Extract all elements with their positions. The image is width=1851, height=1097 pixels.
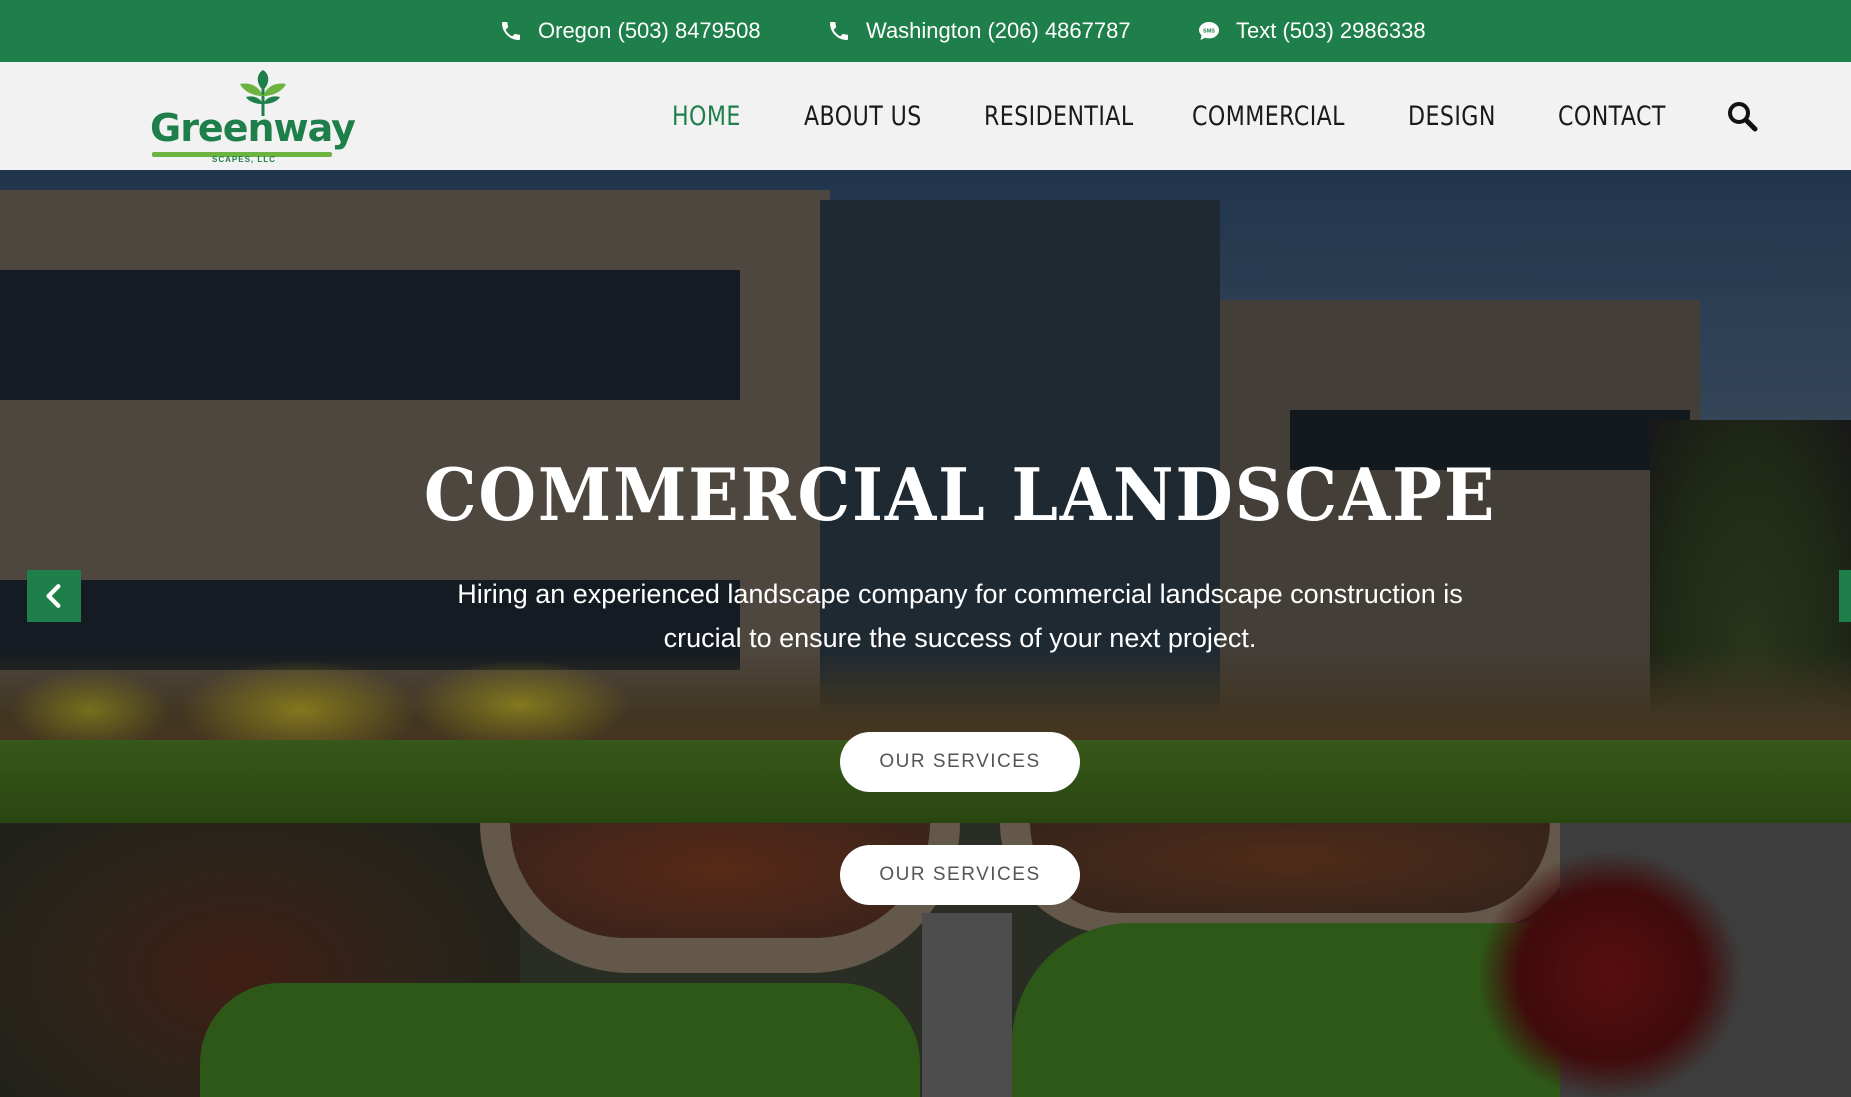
chevron-left-icon [46,584,61,608]
phone-icon [826,18,852,44]
top-contact-bar: Oregon (503) 8479508 Washington (206) 48… [0,0,1851,62]
nav-residential[interactable]: RESIDENTIAL [984,101,1134,132]
phone-icon [498,18,524,44]
nav-design[interactable]: DESIGN [1408,101,1496,132]
search-icon[interactable] [1726,100,1758,132]
design-our-services-button[interactable]: OUR SERVICES [840,845,1080,905]
text-phone-label: Text (503) 2986338 [1236,18,1426,43]
nav-commercial[interactable]: COMMERCIAL [1192,101,1345,132]
sms-icon: SMS [1196,18,1222,44]
washington-phone[interactable]: Washington (206) 4867787 [826,0,1131,62]
design-section: OUR SERVICES [0,823,1851,1097]
greenway-logo[interactable]: Greenway SCAPES, LLC [150,70,356,164]
nav-home[interactable]: HOME [672,101,741,132]
site-header: Greenway SCAPES, LLC HOME ABOUT US RESID… [0,62,1851,170]
our-services-button[interactable]: OUR SERVICES [840,732,1080,792]
oregon-phone[interactable]: Oregon (503) 8479508 [498,0,761,62]
hero-title: COMMERCIAL LANDSCAPE [423,452,1497,537]
text-phone[interactable]: SMS Text (503) 2986338 [1196,0,1426,62]
hero-description: Hiring an experienced landscape company … [457,579,1463,653]
nav-about-us[interactable]: ABOUT US [804,101,922,132]
oregon-phone-label: Oregon (503) 8479508 [538,18,761,43]
svg-text:SMS: SMS [1203,29,1215,35]
slider-next-button[interactable] [1839,570,1851,622]
logo-wordmark: Greenway [150,106,356,150]
logo-subtitle: SCAPES, LLC [212,155,276,164]
washington-phone-label: Washington (206) 4867787 [866,18,1131,43]
hero-slider: COMMERCIAL LANDSCAPE Hiring an experienc… [0,170,1851,823]
nav-contact[interactable]: CONTACT [1558,101,1666,132]
slider-prev-button[interactable] [27,570,81,622]
